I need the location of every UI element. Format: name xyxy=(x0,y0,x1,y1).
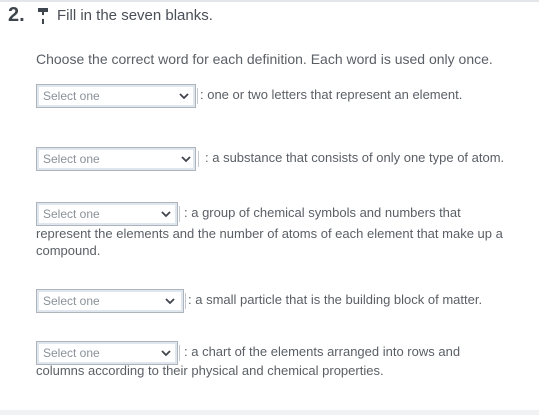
chevron-down-icon xyxy=(161,211,171,218)
dropdown-separator xyxy=(185,293,186,309)
dropdown-separator xyxy=(179,206,180,222)
definition-text: : one or two letters that represent an e… xyxy=(200,87,463,102)
dropdown-value: Select one xyxy=(43,294,100,308)
answer-dropdown[interactable]: Select one xyxy=(36,289,186,313)
answer-dropdown[interactable]: Select one xyxy=(36,147,199,171)
dropdown-value: Select one xyxy=(43,207,100,221)
pencil-icon xyxy=(38,8,48,24)
answer-dropdown[interactable]: Select one xyxy=(36,202,180,226)
definition-text: : a substance that consists of only one … xyxy=(205,150,505,165)
dropdown-separator xyxy=(197,88,198,104)
answer-dropdown[interactable]: Select one xyxy=(36,84,198,108)
definition-text: : a small particle that is the building … xyxy=(188,292,483,307)
definition-continuation: represent the elements and the number of… xyxy=(36,226,503,258)
question-number: 2. xyxy=(8,4,25,26)
dropdown-value: Select one xyxy=(43,152,100,166)
bottom-divider xyxy=(0,410,539,415)
chevron-down-icon xyxy=(181,156,191,163)
dropdown-separator xyxy=(179,345,180,361)
question-title: Fill in the seven blanks. xyxy=(57,7,213,24)
chevron-down-icon xyxy=(165,298,175,305)
definition-text: : a chart of the elements arranged into … xyxy=(184,344,461,359)
chevron-down-icon xyxy=(161,350,171,357)
definition-text: : a group of chemical symbols and number… xyxy=(184,205,461,220)
chevron-down-icon xyxy=(179,93,189,100)
instructions-text: Choose the correct word for each definit… xyxy=(36,51,493,67)
definition-continuation: columns according to their physical and … xyxy=(36,363,384,378)
dropdown-value: Select one xyxy=(43,89,100,103)
top-divider xyxy=(0,0,539,2)
dropdown-value: Select one xyxy=(43,346,100,360)
dropdown-separator xyxy=(198,151,199,167)
